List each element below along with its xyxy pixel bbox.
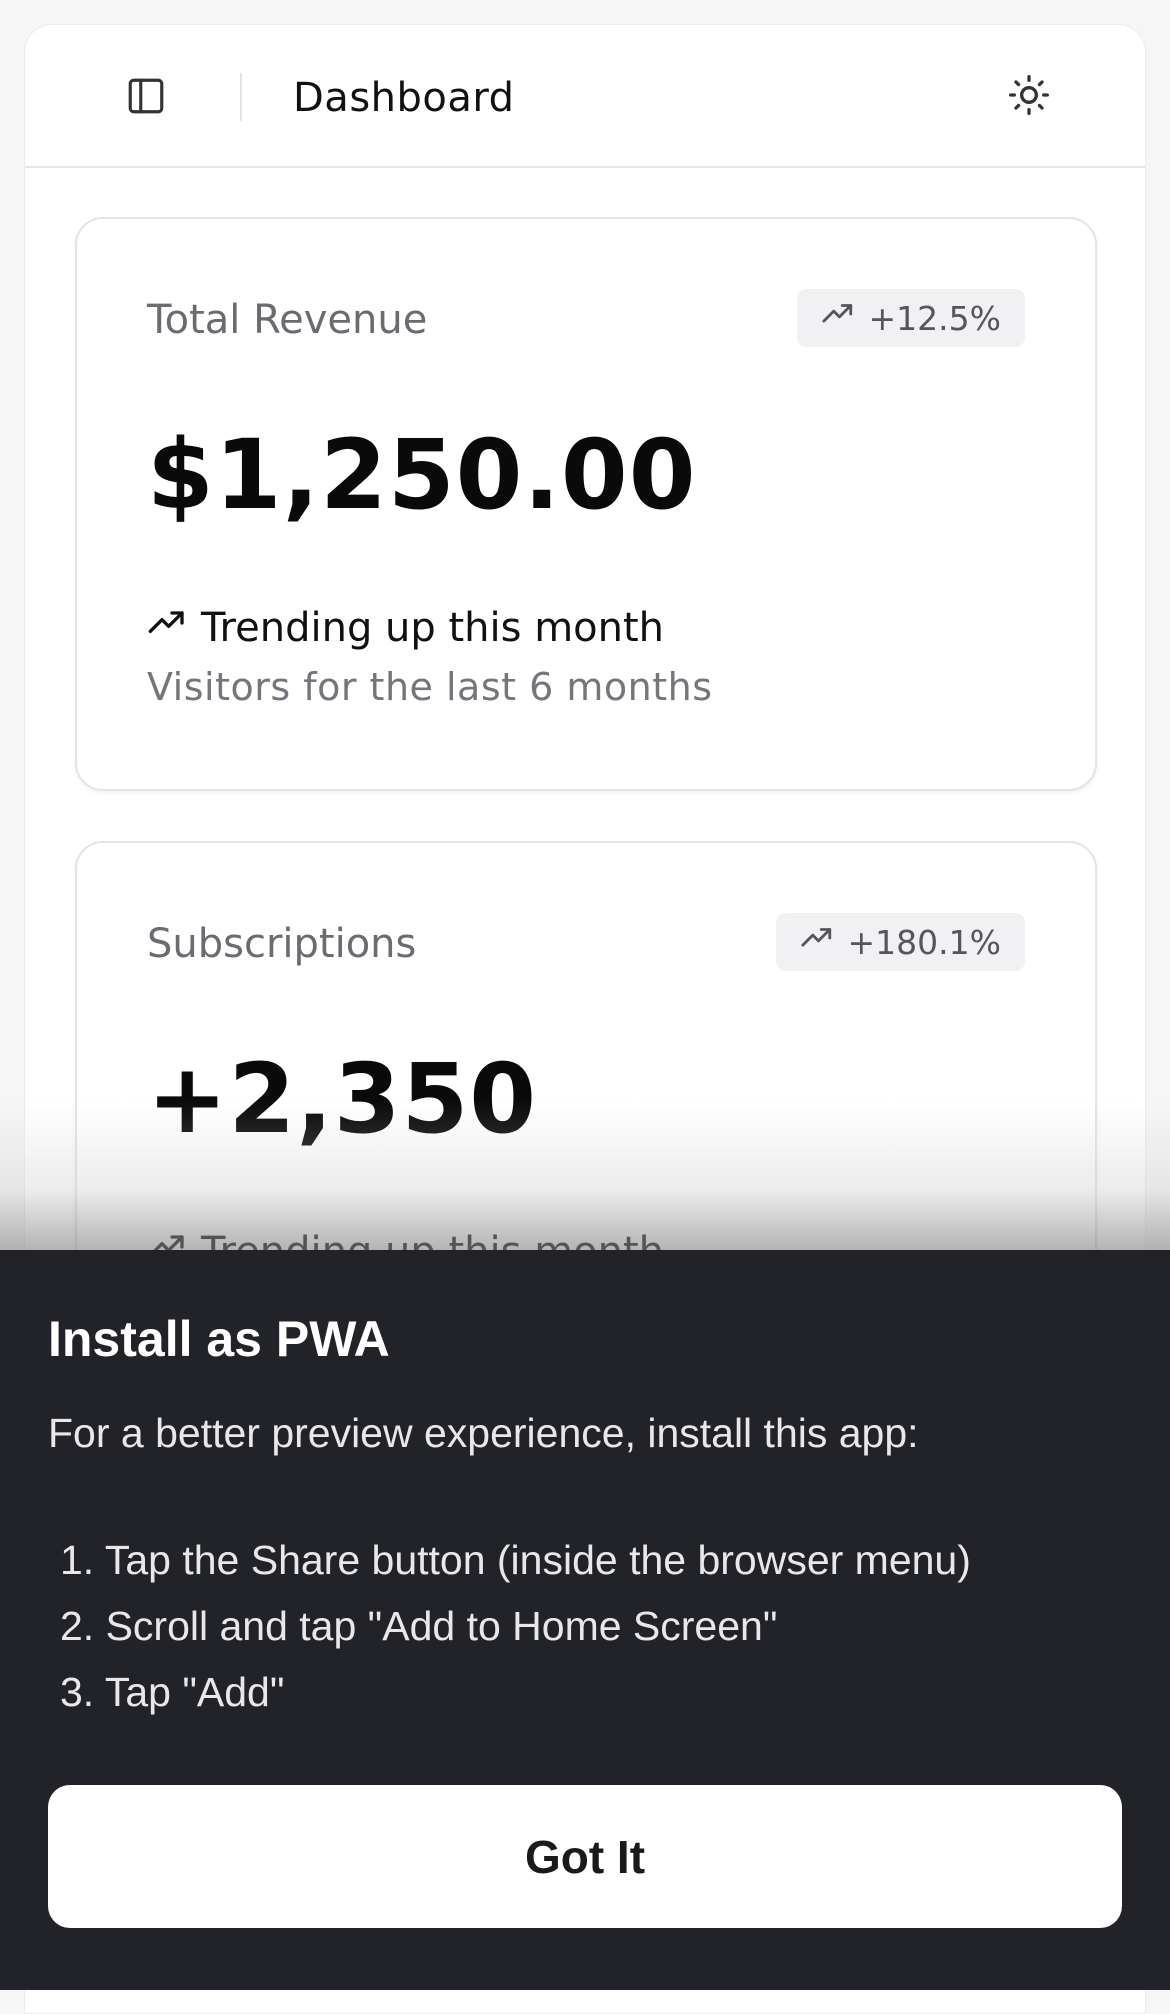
card-title: Subscriptions — [147, 921, 417, 967]
panel-left-icon — [125, 75, 167, 122]
sheet-description: For a better preview experience, install… — [48, 1410, 919, 1456]
sun-icon — [1007, 73, 1051, 122]
sheet-title: Install as PWA — [48, 1311, 390, 1367]
card-title: Total Revenue — [147, 297, 428, 343]
header-divider — [240, 73, 242, 121]
change-badge: +180.1% — [775, 913, 1025, 971]
got-it-button[interactable]: Got It — [48, 1785, 1122, 1928]
badge-label: +180.1% — [847, 922, 1001, 962]
card-value: +2,350 — [147, 1043, 538, 1155]
install-step: 1. Tap the Share button (inside the brow… — [60, 1537, 971, 1583]
trending-up-icon — [821, 297, 855, 339]
card-value: $1,250.00 — [147, 419, 697, 531]
theme-toggle-button[interactable] — [1003, 71, 1055, 123]
trending-up-icon — [147, 603, 187, 653]
badge-label: +12.5% — [868, 298, 1001, 338]
trending-up-icon — [800, 921, 834, 963]
page-title: Dashboard — [293, 75, 515, 121]
trend-line: Trending up this month — [147, 603, 664, 653]
install-steps: 1. Tap the Share button (inside the brow… — [60, 1535, 971, 1733]
trend-label: Trending up this month — [201, 605, 665, 651]
top-header: Dashboard — [25, 25, 1145, 168]
sidebar-toggle-button[interactable] — [121, 73, 171, 123]
revenue-card: Total Revenue +12.5% $1,250.00 Trending … — [75, 217, 1097, 791]
install-step: 3. Tap "Add" — [60, 1669, 285, 1715]
change-badge: +12.5% — [796, 289, 1025, 347]
install-pwa-sheet: Install as PWA For a better preview expe… — [0, 1250, 1170, 1990]
trend-subtext: Visitors for the last 6 months — [147, 665, 713, 709]
install-step: 2. Scroll and tap "Add to Home Screen" — [60, 1603, 778, 1649]
